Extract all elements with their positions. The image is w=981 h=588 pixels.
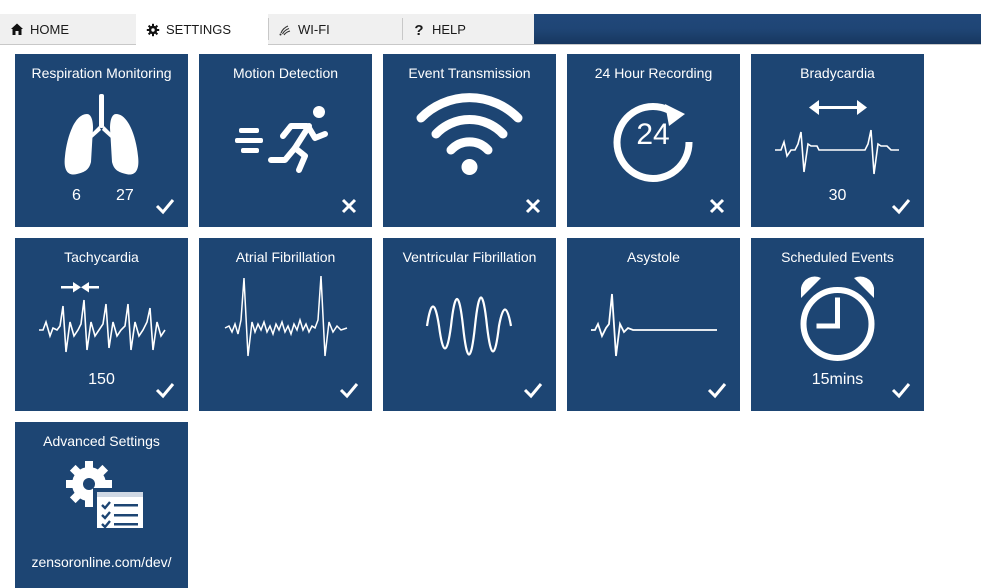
respiration-min-value: 6	[72, 187, 81, 204]
tile-respiration-monitoring[interactable]: Respiration Monitoring 6 27	[15, 54, 188, 227]
wifi-signal-icon	[383, 86, 556, 196]
tile-tachycardia[interactable]: Tachycardia 150	[15, 238, 188, 411]
tile-scheduled-events[interactable]: Scheduled Events 15mins	[751, 238, 924, 411]
fast-heartbeat-icon	[15, 270, 188, 380]
tab-home-label: HOME	[30, 21, 69, 37]
check-icon	[522, 379, 544, 401]
tab-wifi[interactable]: WI-FI	[268, 14, 402, 44]
tab-wifi-label: WI-FI	[298, 21, 330, 37]
check-icon	[338, 379, 360, 401]
tab-help[interactable]: ? HELP	[402, 14, 534, 44]
tile-title: Scheduled Events	[781, 249, 894, 265]
running-person-icon	[199, 86, 372, 196]
check-icon	[890, 379, 912, 401]
cross-icon	[706, 195, 728, 217]
header-banner	[534, 14, 981, 44]
tile-title: Atrial Fibrillation	[235, 249, 336, 265]
gear-icon	[146, 23, 160, 37]
tile-title: 24 Hour Recording	[594, 65, 713, 81]
tile-motion-detection[interactable]: Motion Detection	[199, 54, 372, 227]
tile-asystole[interactable]: Asystole	[567, 238, 740, 411]
question-icon: ?	[414, 22, 424, 39]
lungs-icon	[15, 86, 188, 196]
tile-event-transmission[interactable]: Event Transmission	[383, 54, 556, 227]
tile-ventricular-fibrillation[interactable]: Ventricular Fibrillation	[383, 238, 556, 411]
tab-help-label: HELP	[432, 21, 466, 37]
tab-settings-label: SETTINGS	[166, 22, 232, 37]
slow-heartbeat-icon	[751, 86, 924, 196]
tile-title: Respiration Monitoring	[31, 65, 172, 81]
tile-24-hour-recording[interactable]: 24 Hour Recording 24	[567, 54, 740, 227]
tile-atrial-fibrillation[interactable]: Atrial Fibrillation	[199, 238, 372, 411]
house-icon	[10, 22, 24, 36]
cross-icon	[522, 195, 544, 217]
cross-icon	[338, 195, 360, 217]
respiration-max-value: 27	[116, 187, 134, 204]
tab-bar: HOME SETTINGS WI-FI ? HELP	[0, 14, 981, 45]
atrial-fibrillation-ecg-icon	[199, 270, 372, 380]
ventricular-fibrillation-wave-icon	[383, 270, 556, 380]
tile-title: Advanced Settings	[43, 433, 160, 449]
tile-title: Tachycardia	[64, 249, 139, 265]
tile-title: Asystole	[627, 249, 680, 265]
tab-home[interactable]: HOME	[0, 14, 136, 44]
check-icon	[706, 379, 728, 401]
wifi-icon	[278, 22, 292, 36]
check-icon	[154, 379, 176, 401]
tile-title: Ventricular Fibrillation	[402, 249, 537, 265]
24-hour-cycle-icon: 24	[567, 86, 740, 196]
tile-bradycardia[interactable]: Bradycardia 30	[751, 54, 924, 227]
gear-checklist-icon	[15, 454, 188, 564]
tile-title: Bradycardia	[800, 65, 875, 81]
check-icon	[890, 195, 912, 217]
alarm-clock-icon	[751, 270, 924, 380]
advanced-settings-url[interactable]: zensoronline.com/dev/	[15, 554, 188, 570]
tile-advanced-settings[interactable]: Advanced Settings zensoronline.com/dev/	[15, 422, 188, 588]
flatline-ecg-icon	[567, 270, 740, 380]
tile-title: Event Transmission	[408, 65, 531, 81]
tile-title: Motion Detection	[232, 65, 339, 81]
recording-icon-number: 24	[636, 118, 669, 151]
check-icon	[154, 195, 176, 217]
tab-settings[interactable]: SETTINGS	[136, 14, 268, 45]
